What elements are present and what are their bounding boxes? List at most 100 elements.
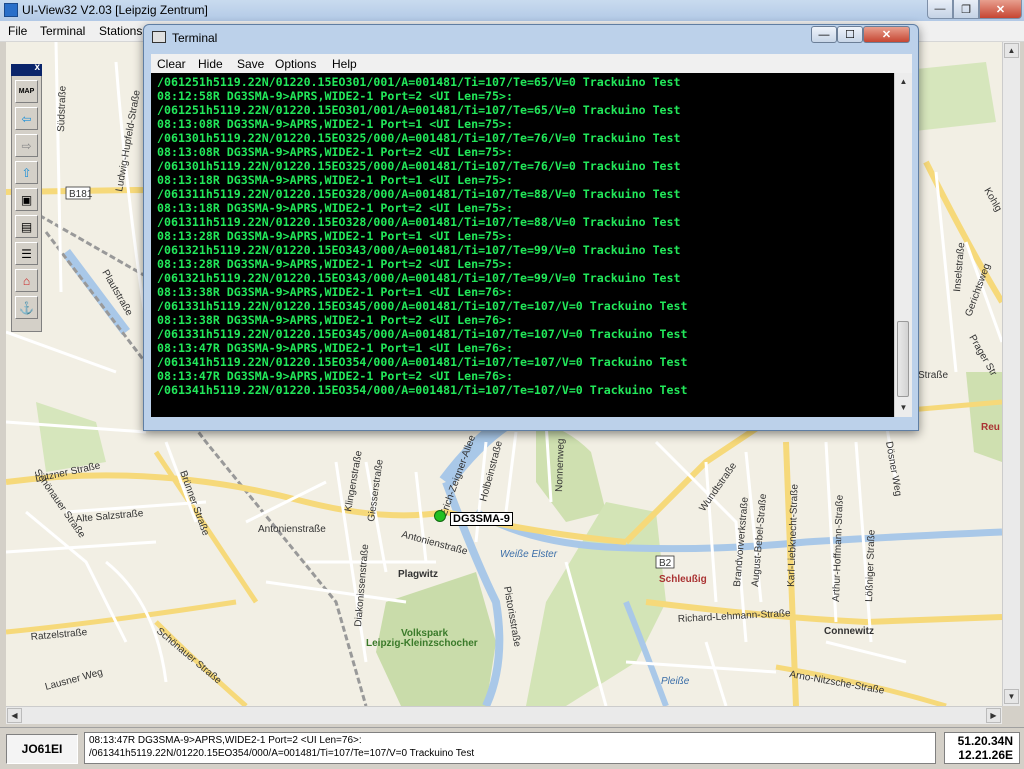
pan-left-button[interactable]: ⇦ xyxy=(15,107,38,130)
terminal-menubar: Clear Hide Save Options Help xyxy=(151,54,912,73)
map-label: Antonienstraße xyxy=(258,524,326,535)
terminal-line: /061301h5119.22N/01220.15EO325/000/A=001… xyxy=(157,159,681,173)
terminal-line: /061341h5119.22N/01220.15EO354/000/A=001… xyxy=(157,355,688,369)
park-area xyxy=(966,372,1002,462)
terminal-scroll-down[interactable]: ▼ xyxy=(896,400,911,415)
terminal-scrollbar[interactable]: ▲ ▼ xyxy=(894,73,912,417)
minimize-icon: — xyxy=(934,3,946,15)
map-label: Schleußig xyxy=(659,574,707,585)
terminal-button[interactable]: ▤ xyxy=(15,215,38,238)
scroll-up-button[interactable]: ▲ xyxy=(1004,43,1019,58)
minimize-icon: — xyxy=(818,28,830,41)
terminal-line: 08:13:28R DG3SMA-9>APRS,WIDE2-1 Port=2 <… xyxy=(157,257,513,271)
terminal-lines: /061251h5119.22N/01220.15EO301/001/A=001… xyxy=(151,73,894,397)
terminal-line: 08:12:58R DG3SMA-9>APRS,WIDE2-1 Port=2 <… xyxy=(157,89,513,103)
terminal-line: /061311h5119.22N/01220.15EO328/000/A=001… xyxy=(157,187,681,201)
terminal-line: /061251h5119.22N/01220.15EO301/001/A=001… xyxy=(157,75,681,89)
map-label: Weiße Elster xyxy=(500,549,558,560)
terminal-output[interactable]: /061251h5119.22N/01220.15EO301/001/A=001… xyxy=(151,73,894,417)
map-label: Plagwitz xyxy=(398,569,438,580)
latitude: 51.20.34N xyxy=(957,734,1013,748)
arrow-up-icon: ▲ xyxy=(1007,46,1016,55)
arrow-left-icon: ◀ xyxy=(11,711,18,720)
map-label: Antonienstraße xyxy=(400,529,469,557)
menu-stations[interactable]: Stations xyxy=(99,24,142,38)
map-label: Arthur-Hoffmann-Straße xyxy=(831,494,846,602)
menu-terminal[interactable]: Terminal xyxy=(40,24,85,38)
terminal-line: 08:13:18R DG3SMA-9>APRS,WIDE2-1 Port=1 <… xyxy=(157,173,513,187)
map-label: Pleiße xyxy=(661,676,690,687)
map-label: Connewitz xyxy=(824,626,874,637)
terminal-menu-save[interactable]: Save xyxy=(237,57,264,71)
toolbar-close-icon[interactable]: x xyxy=(34,62,40,73)
pan-up-button[interactable]: ⇧ xyxy=(15,161,38,184)
terminal-title-bar[interactable]: Terminal — ☐ ✕ xyxy=(144,25,918,51)
terminal-line: /061321h5119.22N/01220.15EO343/000/A=001… xyxy=(157,243,681,257)
map-horizontal-scrollbar[interactable]: ◀ ▶ xyxy=(6,706,1002,724)
terminal-line: 08:13:08R DG3SMA-9>APRS,WIDE2-1 Port=2 <… xyxy=(157,145,513,159)
terminal-line: /061331h5119.22N/01220.15EO345/000/A=001… xyxy=(157,299,688,313)
map-button[interactable]: MAP xyxy=(15,80,38,103)
maximize-icon: ☐ xyxy=(845,29,855,41)
arrow-up-icon: ⇧ xyxy=(21,165,32,180)
map-icon: MAP xyxy=(18,88,35,95)
terminal-line: /061321h5119.22N/01220.15EO343/000/A=001… xyxy=(157,271,681,285)
scroll-left-button[interactable]: ◀ xyxy=(7,708,22,723)
terminal-minimize-button[interactable]: — xyxy=(811,26,837,43)
map-label: Inselstraße xyxy=(952,242,967,293)
pan-right-button[interactable]: ⇨ xyxy=(15,134,38,157)
map-label: Klingenstraße xyxy=(343,449,365,512)
terminal-line: 08:13:28R DG3SMA-9>APRS,WIDE2-1 Port=1 <… xyxy=(157,229,513,243)
arrow-left-icon: ⇦ xyxy=(21,111,32,126)
map-label: Prager Str xyxy=(966,333,999,379)
arrow-right-icon: ⇨ xyxy=(21,138,32,153)
terminal-close-button[interactable]: ✕ xyxy=(863,26,910,43)
map-label: Lößniger Straße xyxy=(864,529,878,602)
arrow-down-icon: ▼ xyxy=(899,403,908,412)
terminal-scroll-up[interactable]: ▲ xyxy=(896,74,911,89)
map-label: Kohlg xyxy=(981,186,1002,214)
arrow-down-icon: ▼ xyxy=(1007,692,1016,701)
terminal-menu-hide[interactable]: Hide xyxy=(198,57,223,71)
map-label: Karl-Liebknecht-Straße xyxy=(786,484,801,588)
arrow-up-icon: ▲ xyxy=(899,77,908,86)
station-marker[interactable] xyxy=(434,510,446,522)
map-vertical-scrollbar[interactable]: ▲ ▼ xyxy=(1002,42,1020,706)
terminal-line: /061331h5119.22N/01220.15EO345/000/A=001… xyxy=(157,327,688,341)
home-button[interactable]: ⌂ xyxy=(15,269,38,292)
arrow-right-icon: ▶ xyxy=(990,711,997,720)
maximize-button[interactable]: ❐ xyxy=(953,0,979,19)
terminal-line: 08:13:47R DG3SMA-9>APRS,WIDE2-1 Port=2 <… xyxy=(157,369,513,383)
terminal-menu-help[interactable]: Help xyxy=(332,57,357,71)
computer-icon: ▤ xyxy=(20,219,33,234)
close-button[interactable]: ✕ xyxy=(979,0,1022,19)
scroll-right-button[interactable]: ▶ xyxy=(986,708,1001,723)
terminal-scroll-thumb[interactable] xyxy=(897,321,909,397)
scroll-down-button[interactable]: ▼ xyxy=(1004,689,1019,704)
grid-locator: JO61EI xyxy=(6,734,78,764)
terminal-maximize-button[interactable]: ☐ xyxy=(837,26,863,43)
terminal-menu-clear[interactable]: Clear xyxy=(157,57,186,71)
window-button[interactable]: ▣ xyxy=(15,188,38,211)
cursor-coordinates: 51.20.34N 12.21.26E xyxy=(944,732,1020,764)
last-packet-line: 08:13:47R DG3SMA-9>APRS,WIDE2-1 Port=2 <… xyxy=(89,735,362,746)
toolbar-titlebar[interactable]: x xyxy=(11,62,42,76)
last-packet-line: /061341h5119.22N/01220.15EO354/000/A=001… xyxy=(89,748,475,759)
list-button[interactable]: ☰ xyxy=(15,242,38,265)
terminal-menu-options[interactable]: Options xyxy=(275,57,316,71)
map-label: Pistorisstraße xyxy=(501,586,523,649)
status-bar: JO61EI 08:13:47R DG3SMA-9>APRS,WIDE2-1 P… xyxy=(0,727,1024,769)
terminal-window[interactable]: Terminal — ☐ ✕ Clear Hide Save Options H… xyxy=(143,24,919,431)
map-label: Brandvorwerkstraße xyxy=(732,496,751,587)
menu-file[interactable]: File xyxy=(8,24,27,38)
station-label[interactable]: DG3SMA-9 xyxy=(450,512,513,526)
main-title-bar[interactable]: UI-View32 V2.03 [Leipzig Zentrum] — ❐ ✕ xyxy=(0,0,1024,22)
station-button[interactable]: ⚓ xyxy=(15,296,38,319)
terminal-line: /061251h5119.22N/01220.15EO301/001/A=001… xyxy=(157,103,681,117)
minimize-button[interactable]: — xyxy=(927,0,953,19)
longitude: 12.21.26E xyxy=(958,748,1013,762)
list-icon: ☰ xyxy=(21,246,32,261)
map-toolbar: MAP ⇦ ⇨ ⇧ ▣ ▤ ☰ ⌂ ⚓ xyxy=(11,64,42,332)
map-label: Leipzig-Kleinzschocher xyxy=(366,638,478,649)
house-icon: ⌂ xyxy=(22,273,31,288)
